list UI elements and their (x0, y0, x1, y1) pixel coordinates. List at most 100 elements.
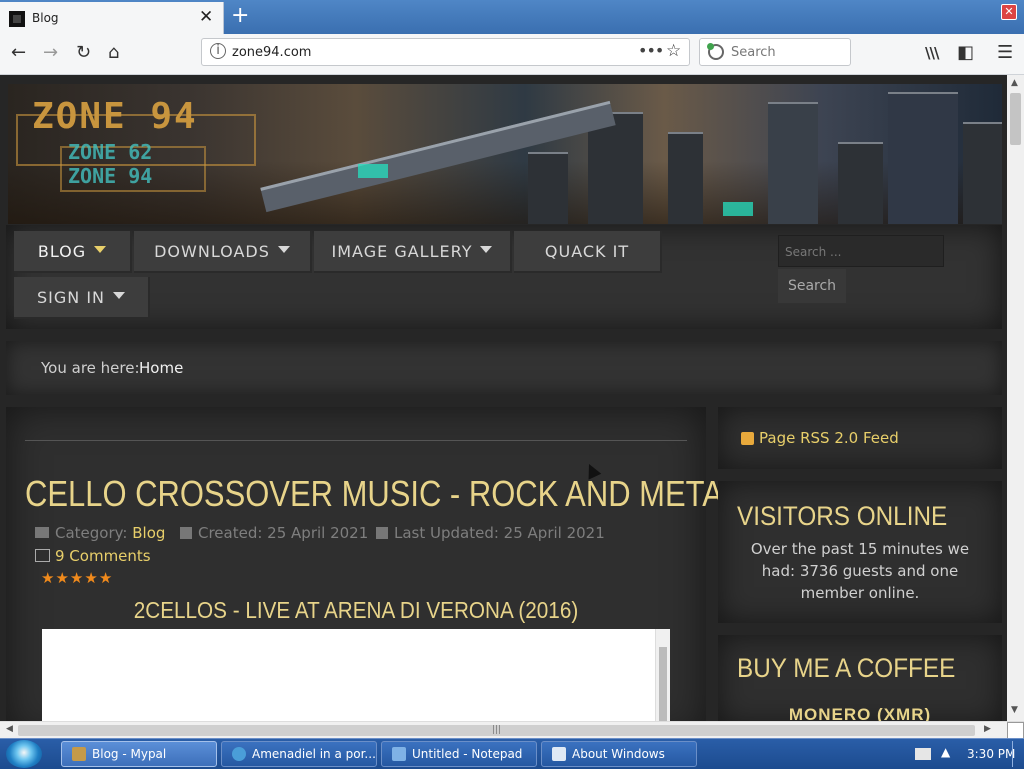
taskbar-label: Amenadiel in a por... (252, 747, 376, 761)
scroll-down-icon[interactable]: ▼ (1011, 705, 1018, 715)
menu-label: QUACK IT (544, 242, 630, 261)
window-close-button[interactable]: ✕ (1001, 4, 1017, 20)
forward-button[interactable]: → (43, 42, 58, 64)
banner-building (888, 92, 958, 224)
hamburger-menu-icon[interactable]: ☰ (997, 42, 1013, 64)
scroll-left-icon[interactable]: ◀ (6, 724, 13, 734)
category-link[interactable]: Blog (132, 524, 165, 542)
star-icon[interactable]: ★ (99, 569, 113, 587)
sidebar-toggle-icon[interactable]: ◧ (957, 42, 974, 64)
divider (25, 440, 687, 441)
url-text[interactable]: zone94.com (232, 45, 311, 60)
menu-label: DOWNLOADS (154, 242, 270, 261)
banner-sign (358, 164, 388, 178)
page-horizontal-scrollbar[interactable]: ◀ ||| ▶ (0, 721, 1024, 739)
keyboard-icon[interactable] (915, 748, 931, 760)
scroll-right-icon[interactable]: ▶ (984, 724, 991, 734)
visitors-widget: VISITORS ONLINE Over the past 15 minutes… (718, 481, 1002, 623)
chevron-down-icon (113, 292, 125, 299)
system-clock[interactable]: 3:30 PM (967, 747, 1015, 761)
window-icon (552, 746, 566, 761)
menu-item-blog[interactable]: BLOG (14, 231, 132, 273)
taskbar-label: About Windows (572, 747, 665, 761)
site-banner[interactable]: ZONE 94 ZONE 62 ZONE 94 (8, 84, 1002, 224)
star-icon[interactable]: ★ (41, 569, 55, 587)
article-created: Created: 25 April 2021 (180, 524, 368, 542)
taskbar-item-chrome[interactable]: Amenadiel in a por... (221, 741, 377, 767)
menu-item-quack-it[interactable]: QUACK IT (514, 231, 662, 273)
bookmark-star-icon[interactable]: ☆ (666, 41, 681, 61)
taskbar-item-about-windows[interactable]: About Windows (541, 741, 697, 767)
site-favicon-icon (9, 11, 25, 27)
site-info-icon[interactable]: i (210, 43, 226, 59)
rss-icon (741, 432, 754, 445)
chrome-icon (232, 746, 246, 761)
show-desktop-button[interactable] (1012, 741, 1023, 767)
search-engine-icon[interactable] (707, 43, 724, 60)
menu-item-image-gallery[interactable]: IMAGE GALLERY (314, 231, 512, 273)
banner-building (528, 152, 568, 224)
page-actions-icon[interactable]: ••• (638, 41, 664, 60)
calendar-icon (180, 526, 192, 539)
banner-building (668, 132, 703, 224)
close-tab-icon[interactable]: ✕ (199, 7, 213, 27)
comment-icon (35, 549, 50, 562)
article-title[interactable]: CELLO CROSSOVER MUSIC - ROCK AND METAL (25, 473, 740, 515)
scrollbar-thumb[interactable]: ||| (18, 725, 975, 736)
star-icon[interactable]: ★ (84, 569, 98, 587)
rss-widget: Page RSS 2.0 Feed (718, 407, 1002, 469)
article-category: Category: Blog (35, 524, 165, 542)
logo-subtext: ZONE 94 (68, 164, 153, 188)
site-logo[interactable]: ZONE 94 (32, 96, 198, 137)
comments-count[interactable]: 9 Comments (55, 547, 151, 565)
new-tab-button[interactable]: + (231, 3, 249, 29)
video-title: 2CELLOS - LIVE AT ARENA DI VERONA (2016) (133, 597, 579, 623)
embed-scrollbar[interactable] (655, 629, 670, 721)
banner-sign (723, 202, 753, 216)
breadcrumb-home-link[interactable]: Home (139, 359, 183, 377)
menu-item-sign-in[interactable]: SIGN IN (14, 277, 150, 319)
taskbar-label: Blog - Mypal (92, 747, 167, 761)
reload-button[interactable]: ↻ (76, 42, 91, 64)
tab-blog[interactable]: Blog ✕ (0, 2, 224, 34)
scrollbar-corner (1007, 722, 1024, 739)
menu-item-downloads[interactable]: DOWNLOADS (134, 231, 312, 273)
url-bar[interactable]: i zone94.com ••• ☆ (201, 38, 690, 66)
library-icon[interactable]: \\\ (925, 42, 939, 64)
banner-building (963, 122, 1002, 224)
browser-search-box[interactable]: Search (699, 38, 851, 66)
star-icon[interactable]: ★ (70, 569, 84, 587)
browser-search-placeholder: Search (731, 45, 776, 60)
page-vertical-scrollbar[interactable]: ▲ ▼ (1007, 75, 1024, 721)
notepad-icon (392, 746, 406, 761)
taskbar-item-notepad[interactable]: Untitled - Notepad (381, 741, 537, 767)
embedded-video-frame[interactable] (42, 629, 670, 721)
chevron-down-icon (480, 246, 493, 253)
logo-subtext: ZONE 62 (68, 140, 153, 164)
rating-stars[interactable]: ★★★★★ (41, 569, 113, 587)
scroll-up-icon[interactable]: ▲ (1011, 78, 1018, 88)
start-button[interactable] (6, 740, 42, 768)
show-hidden-icons-icon[interactable]: ▲ (941, 745, 950, 759)
category-label: Category: (55, 524, 128, 542)
taskbar-label: Untitled - Notepad (412, 747, 523, 761)
menu-label: SIGN IN (36, 288, 105, 307)
main-menu: BLOG DOWNLOADS IMAGE GALLERY QUACK IT SI… (6, 225, 1002, 329)
embed-scrollbar-thumb[interactable] (659, 647, 667, 721)
site-search-button[interactable]: Search (778, 269, 846, 303)
browser-nav-bar: ← → ↻ ⌂ i zone94.com ••• ☆ Search \\\ ◧ … (0, 34, 1024, 75)
star-icon[interactable]: ★ (55, 569, 69, 587)
comments-link[interactable]: 9 Comments (35, 547, 151, 565)
taskbar-item-blog-mypal[interactable]: Blog - Mypal (61, 741, 217, 767)
updated-date: Last Updated: 25 April 2021 (394, 524, 605, 542)
grip-icon: ||| (492, 725, 502, 735)
home-button[interactable]: ⌂ (108, 42, 119, 64)
back-button[interactable]: ← (11, 42, 26, 64)
rss-feed-link[interactable]: Page RSS 2.0 Feed (759, 429, 899, 447)
site-search-input[interactable]: Search ... (778, 235, 944, 267)
calendar-icon (376, 526, 388, 539)
created-date: Created: 25 April 2021 (198, 524, 369, 542)
mypal-icon (72, 746, 86, 761)
scrollbar-thumb[interactable] (1010, 93, 1021, 145)
menu-label: BLOG (37, 242, 87, 261)
